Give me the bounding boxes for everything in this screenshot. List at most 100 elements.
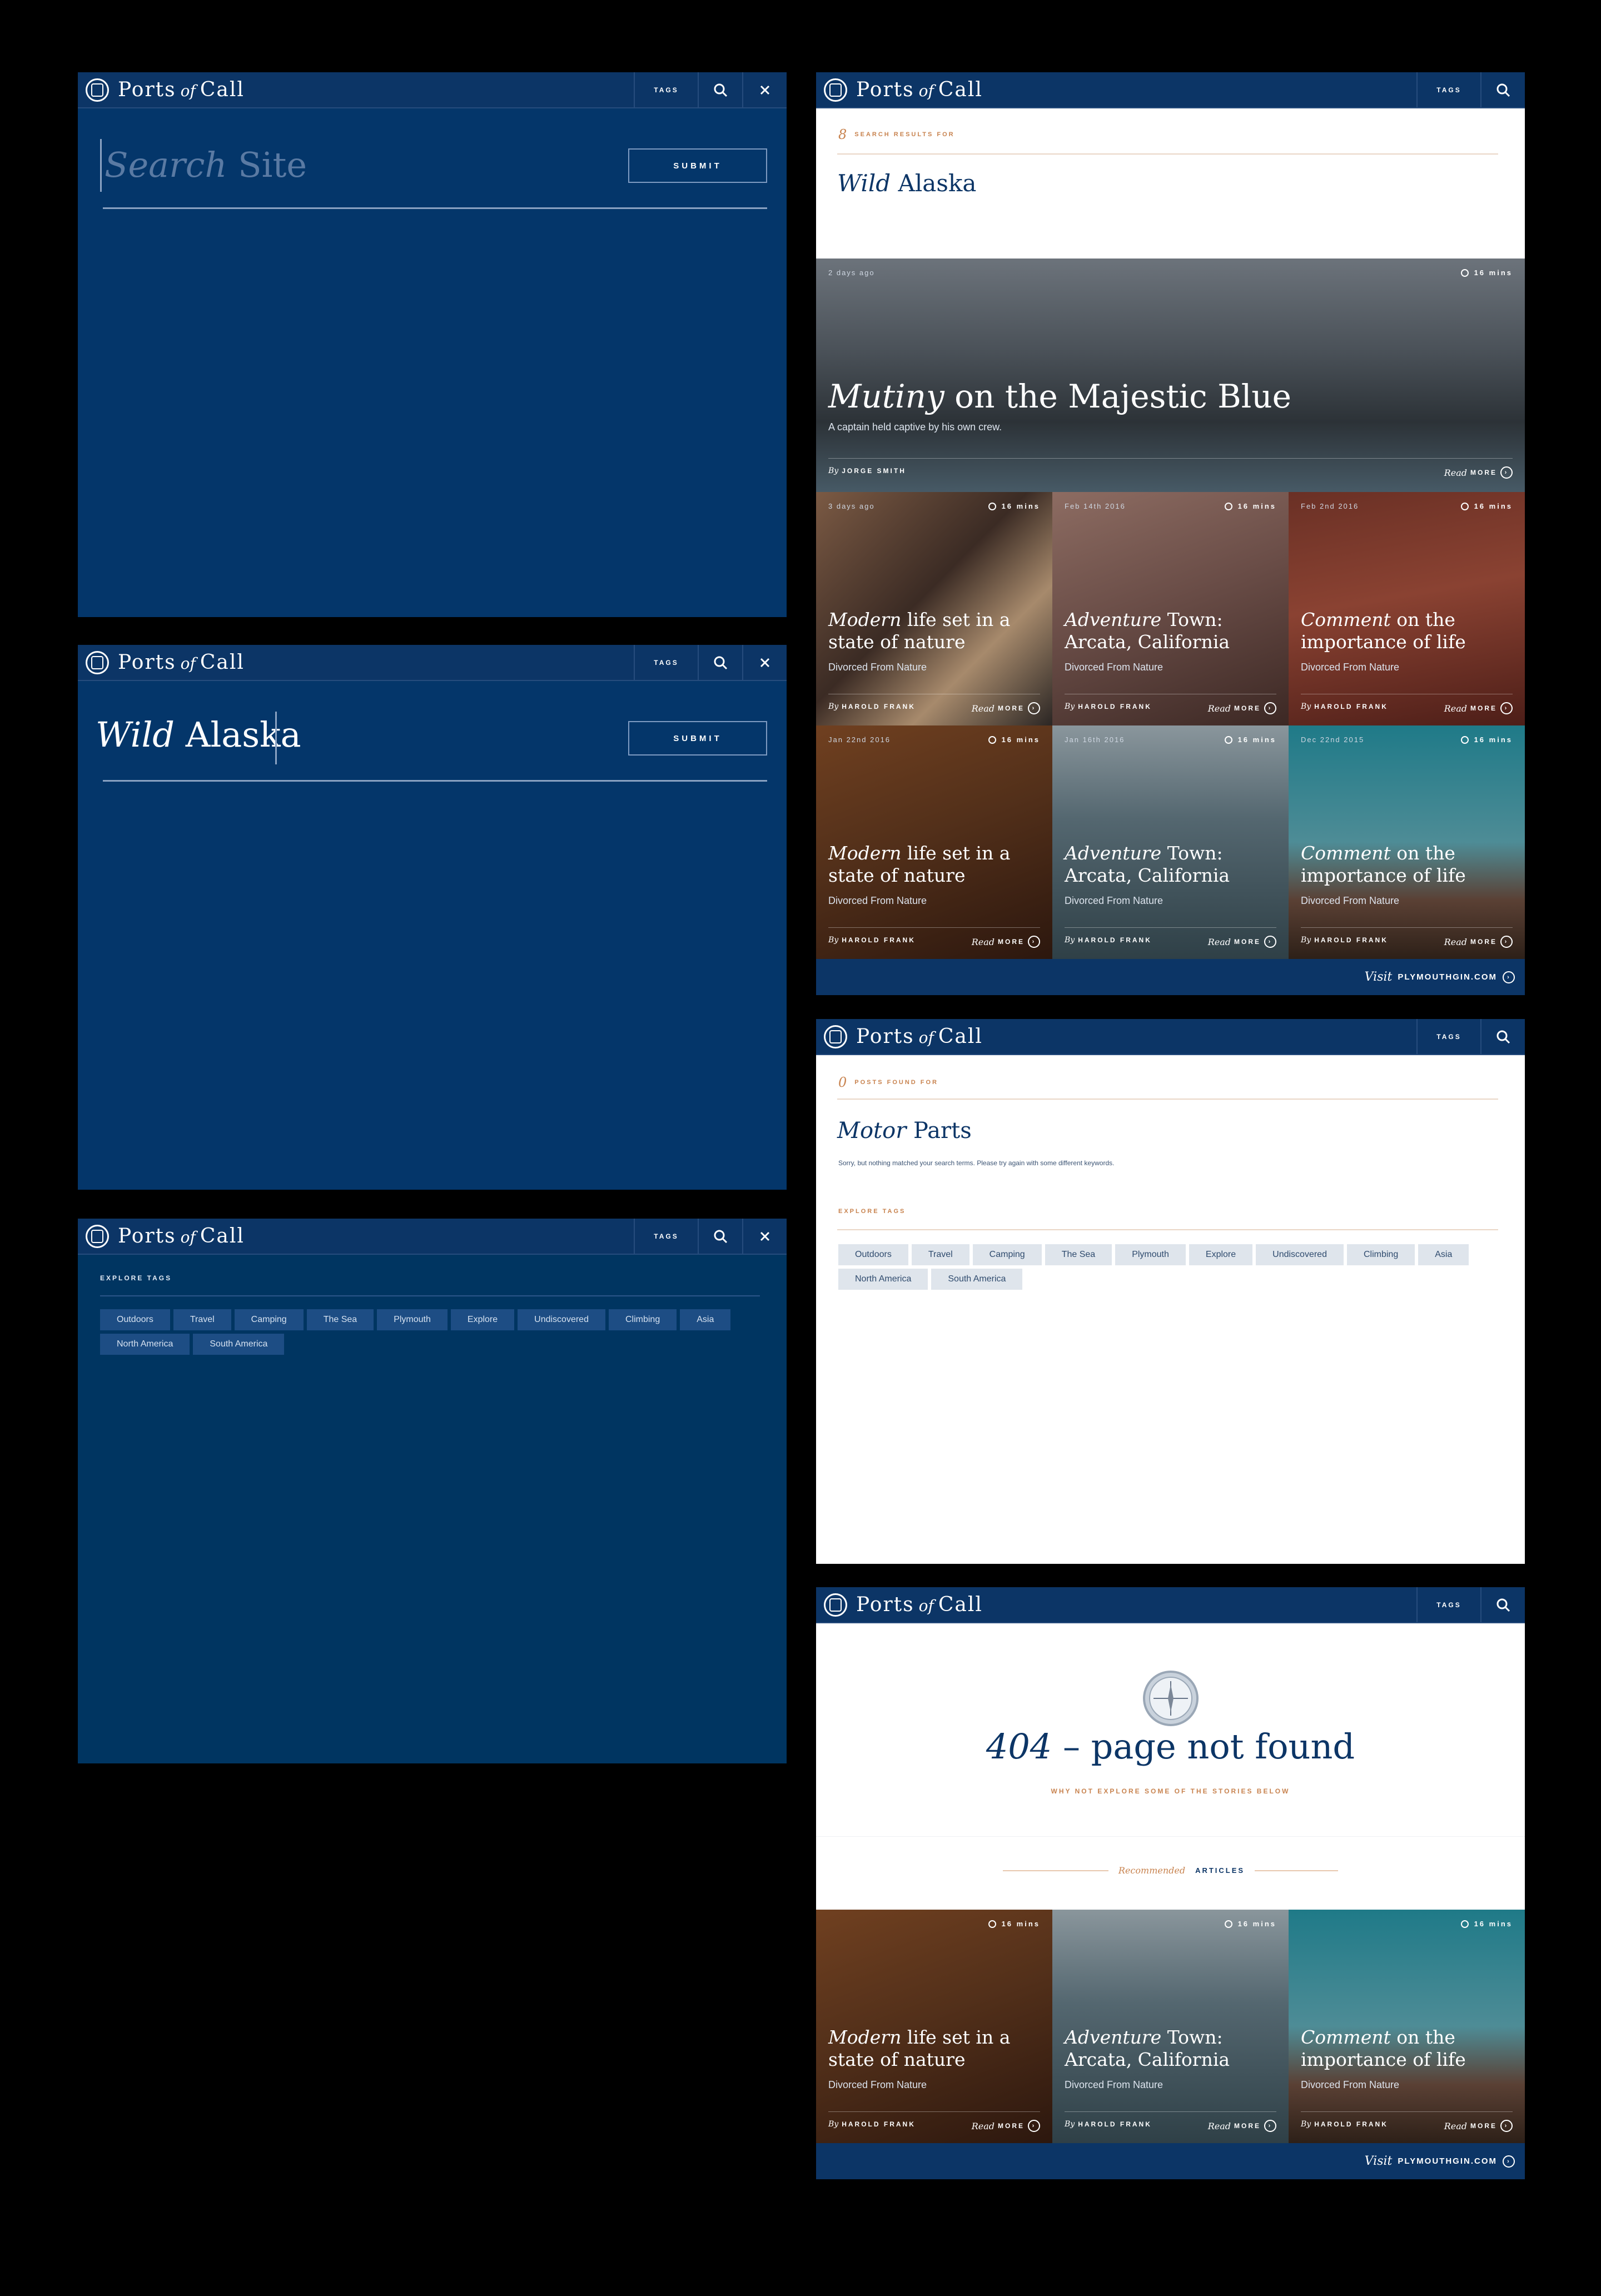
tag-item[interactable]: Explore: [450, 1309, 515, 1330]
article-card[interactable]: 16 mins Comment on the importance of lif…: [1289, 1910, 1525, 2143]
tags-button[interactable]: TAGS: [1416, 1587, 1480, 1623]
text-caret: [275, 712, 277, 764]
tag-item[interactable]: Asia: [1418, 1244, 1469, 1265]
tags-button[interactable]: TAGS: [634, 645, 698, 680]
article-card[interactable]: Dec 22nd 2015 16 mins Comment on the imp…: [1289, 725, 1525, 959]
article-card[interactable]: 16 mins Modern life set in a state of na…: [816, 1910, 1052, 2143]
read-more-link[interactable]: Read MORE ›: [1444, 466, 1513, 479]
tags-panel-screen: Ports of Call TAGS EXPLORE TAGS Outdoors T…: [78, 1219, 787, 1763]
logo[interactable]: Ports of Call: [78, 645, 245, 680]
article-card[interactable]: 16 mins Adventure Town: Arcata, Californ…: [1052, 1910, 1289, 2143]
logo[interactable]: Ports of Call: [816, 72, 983, 108]
logo[interactable]: Ports of Call: [816, 1587, 983, 1623]
tag-item[interactable]: Outdoors: [838, 1244, 908, 1265]
tag-item[interactable]: Travel: [173, 1309, 231, 1330]
tag-item[interactable]: Explore: [1189, 1244, 1253, 1265]
brand-name: Ports of Call: [118, 78, 245, 101]
clock-icon: [988, 1920, 996, 1928]
tags-button[interactable]: TAGS: [1416, 1019, 1480, 1055]
tag-list: Outdoors Travel Camping The Sea Plymouth…: [838, 1244, 1478, 1290]
close-button[interactable]: [742, 1219, 787, 1254]
search-button[interactable]: [1480, 1019, 1525, 1055]
hero-article-card[interactable]: 2 days ago 16 mins Mutiny on the Majesti…: [816, 259, 1525, 492]
arrow-right-icon: ›: [1028, 2120, 1040, 2132]
search-button[interactable]: [1480, 72, 1525, 108]
article-card[interactable]: Jan 16th 2016 16 mins Adventure Town: Ar…: [1052, 725, 1289, 959]
article-footer: By HAROLD FRANK Read MORE ›: [1301, 927, 1513, 948]
sponsor-bar[interactable]: Visit PLYMOUTHGIN.COM ›: [816, 2143, 1525, 2179]
close-button[interactable]: [742, 72, 787, 108]
search-button[interactable]: [1480, 1587, 1525, 1623]
results-count: 0 POSTS FOUND FOR: [838, 1075, 939, 1090]
read-more-link[interactable]: Read MORE ›: [972, 936, 1040, 948]
article-subtitle: Divorced From Nature: [1065, 895, 1164, 906]
tag-item[interactable]: North America: [838, 1269, 928, 1290]
read-more-link[interactable]: Read MORE ›: [1444, 702, 1513, 714]
tag-item[interactable]: Undiscovered: [1256, 1244, 1344, 1265]
search-filled-screen: Ports of Call TAGS Wild Alaska SUBMIT: [78, 645, 787, 1190]
tag-item[interactable]: Camping: [234, 1309, 304, 1330]
tag-item[interactable]: Plymouth: [377, 1309, 448, 1330]
search-button[interactable]: [698, 1219, 742, 1254]
tags-button[interactable]: TAGS: [634, 72, 698, 108]
search-underline: [103, 207, 767, 209]
search-input[interactable]: Wild Alaska: [96, 714, 301, 755]
read-more-link[interactable]: Read MORE ›: [972, 702, 1040, 714]
tags-button[interactable]: TAGS: [1416, 72, 1480, 108]
search-overlay-screen: Ports of Call TAGS Search Site SUBMIT: [78, 72, 787, 617]
tag-item[interactable]: Climbing: [1346, 1244, 1415, 1265]
clock-icon: [1224, 1920, 1232, 1928]
tag-item[interactable]: Travel: [911, 1244, 969, 1265]
tag-item[interactable]: Undiscovered: [518, 1309, 605, 1330]
read-more-link[interactable]: Read MORE ›: [1444, 936, 1513, 948]
tag-item[interactable]: Outdoors: [100, 1309, 170, 1330]
submit-button[interactable]: SUBMIT: [628, 721, 767, 756]
tag-item[interactable]: Plymouth: [1115, 1244, 1186, 1265]
search-input[interactable]: Search Site: [105, 145, 307, 185]
tags-button[interactable]: TAGS: [634, 1219, 698, 1254]
article-card[interactable]: Jan 22nd 2016 16 mins Modern life set in…: [816, 725, 1052, 959]
article-card[interactable]: Feb 2nd 2016 16 mins Comment on the impo…: [1289, 492, 1525, 725]
arrow-right-icon: ›: [1500, 2120, 1513, 2132]
tag-item[interactable]: North America: [100, 1334, 190, 1355]
recommended-heading: Recommended ARTICLES: [816, 1865, 1525, 1876]
brand-name: Ports of Call: [118, 651, 245, 674]
explore-tags-heading: EXPLORE TAGS: [838, 1208, 906, 1215]
read-more-link[interactable]: Read MORE ›: [972, 2120, 1040, 2132]
sponsor-bar[interactable]: Visit PLYMOUTHGIN.COM ›: [816, 959, 1525, 995]
results-count: 8 SEARCH RESULTS FOR: [838, 127, 955, 142]
article-card[interactable]: 3 days ago 16 mins Modern life set in a …: [816, 492, 1052, 725]
tag-item[interactable]: The Sea: [1045, 1244, 1112, 1265]
close-button[interactable]: [742, 645, 787, 680]
tag-item[interactable]: Asia: [680, 1309, 731, 1330]
tag-item[interactable]: Climbing: [608, 1309, 677, 1330]
read-more-link[interactable]: Read MORE ›: [1208, 936, 1276, 948]
tag-item[interactable]: The Sea: [306, 1309, 374, 1330]
submit-button[interactable]: SUBMIT: [628, 148, 767, 183]
brand-name: Ports of Call: [856, 1593, 983, 1616]
logo[interactable]: Ports of Call: [816, 1019, 983, 1055]
search-button[interactable]: [698, 72, 742, 108]
article-title: Mutiny on the Majestic Blue: [828, 377, 1291, 415]
logo[interactable]: Ports of Call: [78, 72, 245, 108]
article-card[interactable]: Feb 14th 2016 16 mins Adventure Town: Ar…: [1052, 492, 1289, 725]
tag-item[interactable]: Camping: [972, 1244, 1042, 1265]
article-footer: By HAROLD FRANK Read MORE ›: [1065, 694, 1276, 714]
read-more-link[interactable]: Read MORE ›: [1208, 702, 1276, 714]
article-title: Comment on the importance of life: [1301, 842, 1466, 886]
read-more-link[interactable]: Read MORE ›: [1208, 2120, 1276, 2132]
article-subtitle: Divorced From Nature: [828, 895, 927, 906]
tag-item[interactable]: South America: [931, 1269, 1023, 1290]
search-button[interactable]: [698, 645, 742, 680]
clock-icon: [1460, 735, 1469, 744]
article-subtitle: Divorced From Nature: [1301, 662, 1400, 673]
arrow-right-icon: ›: [1500, 702, 1513, 714]
read-time: 16 mins: [1460, 502, 1513, 510]
tag-item[interactable]: South America: [193, 1334, 285, 1355]
no-results-message: Sorry, but nothing matched your search t…: [838, 1159, 1115, 1167]
section-divider: [816, 1836, 1525, 1837]
logo[interactable]: Ports of Call: [78, 1219, 245, 1254]
not-found-screen: Ports of Call TAGS 404 – page not found WH…: [816, 1587, 1525, 2179]
results-divider: [837, 1099, 1498, 1100]
read-more-link[interactable]: Read MORE ›: [1444, 2120, 1513, 2132]
